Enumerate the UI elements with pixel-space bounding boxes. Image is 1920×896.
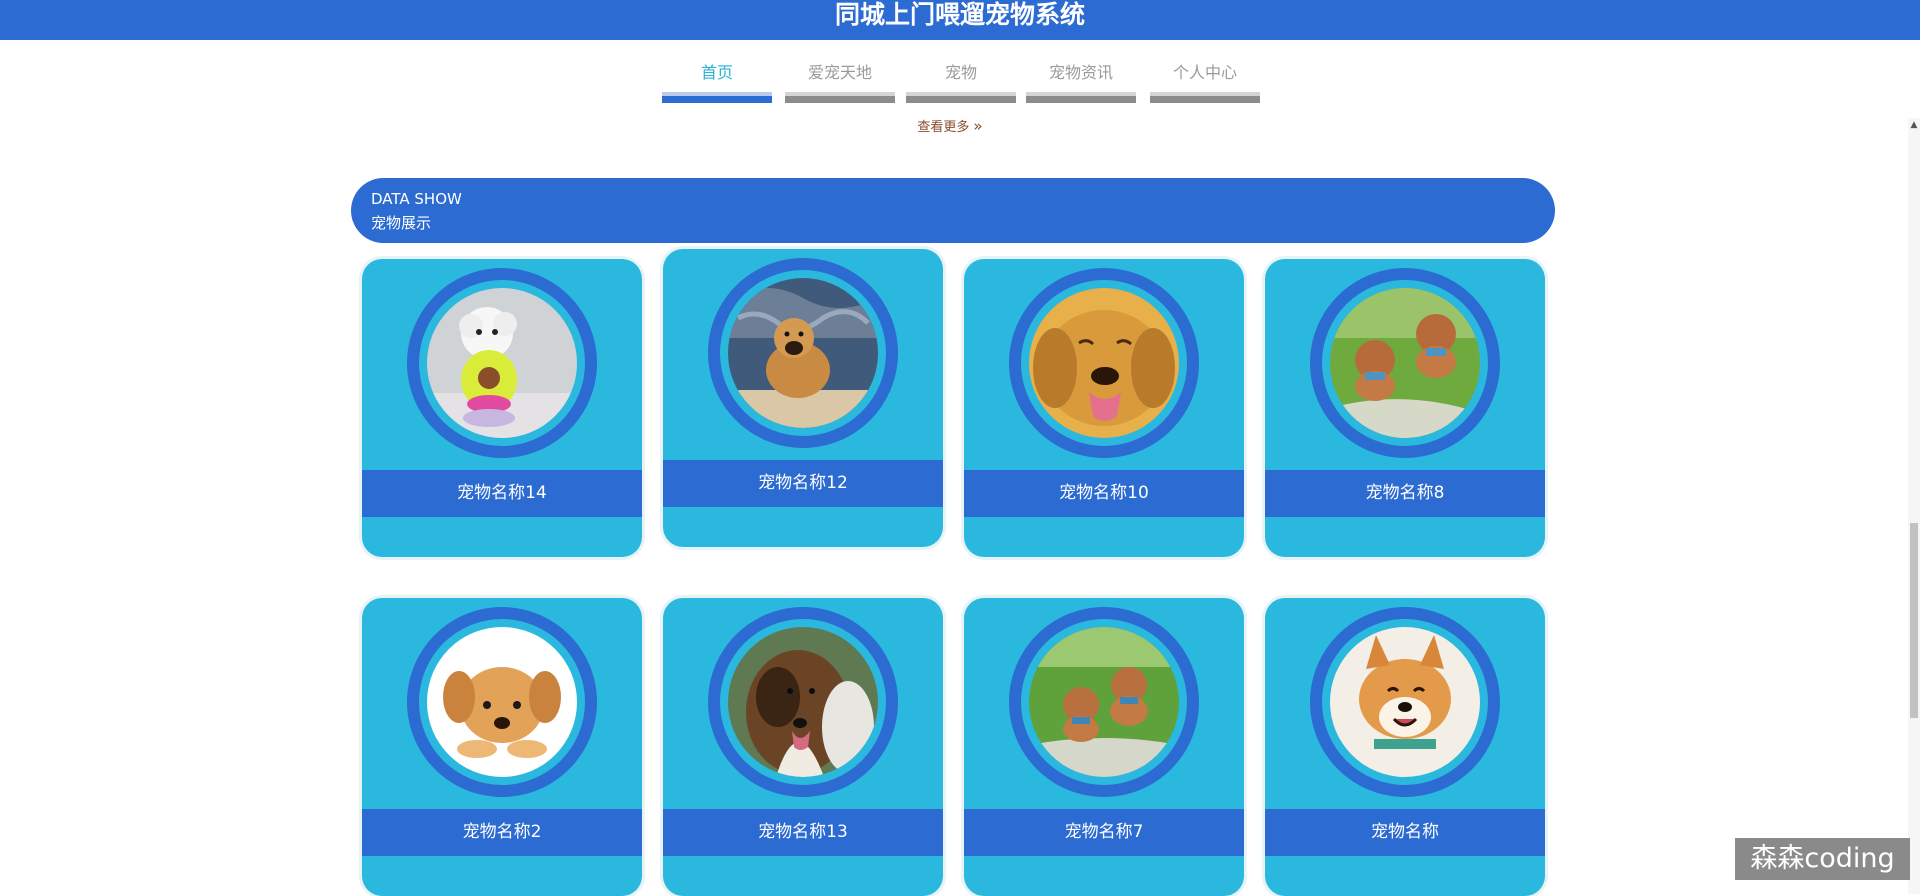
section-header: DATA SHOW 宠物展示 [351,178,1555,243]
pet-photo-shiba-inu [1330,627,1480,777]
pet-name: 宠物名称 [1265,809,1545,856]
view-more-link[interactable]: 查看更多» [0,116,1900,135]
photo-ring [407,268,597,458]
double-chevron-right-icon: » [973,117,983,135]
section-title-cn: 宠物展示 [371,214,432,232]
nav-tab-indicator [906,92,1016,103]
photo-ring [1009,268,1199,458]
pet-photo-puppy-on-chair [728,278,878,428]
pet-photo-golden-retriever [1029,288,1179,438]
nav-tab-label: 爱宠天地 [807,63,872,82]
pet-name: 宠物名称12 [663,460,943,507]
site-title: 同城上门喂遛宠物系统 [834,0,1085,29]
view-more-label: 查看更多 [917,120,970,135]
photo-ring [708,258,898,448]
pet-card[interactable]: 宠物名称10 [964,259,1244,557]
scroll-thumb[interactable] [1910,523,1918,718]
nav-tab-profile[interactable]: 个人中心 [1150,58,1260,104]
pet-name: 宠物名称2 [362,809,642,856]
photo-ring [708,607,898,797]
photo-ring [407,607,597,797]
pet-photo-running-teddy-dogs [1330,288,1480,438]
pet-name: 宠物名称10 [964,470,1244,517]
pet-card[interactable]: 宠物名称12 [663,249,943,547]
photo-ring [1310,268,1500,458]
pet-name: 宠物名称13 [663,809,943,856]
watermark: 森森coding [1735,838,1910,880]
pet-card[interactable]: 宠物名称 [1265,598,1545,896]
scroll-up-arrow-icon[interactable]: ▲ [1908,118,1920,132]
nav-tab-indicator [1026,92,1136,103]
pet-name: 宠物名称8 [1265,470,1545,517]
pet-card[interactable]: 宠物名称14 [362,259,642,557]
photo-ring [1310,607,1500,797]
section-title-en: DATA SHOW [371,190,462,208]
pet-photo-white-poodle [427,288,577,438]
nav-tab-pet-news[interactable]: 宠物资讯 [1026,58,1136,104]
nav-tab-pet-world[interactable]: 爱宠天地 [785,58,895,104]
pet-card[interactable]: 宠物名称2 [362,598,642,896]
page-scrollbar[interactable]: ▲ [1908,118,1920,894]
nav-tab-indicator [1150,92,1260,103]
pet-card[interactable]: 宠物名称13 [663,598,943,896]
top-header: 同城上门喂遛宠物系统 [0,0,1920,40]
nav-tab-label: 宠物资讯 [1048,63,1113,82]
pet-photo-collie [728,627,878,777]
nav-tab-label: 个人中心 [1172,63,1237,82]
pet-photo-lying-puppy [427,627,577,777]
nav-tab-home[interactable]: 首页 [662,58,772,104]
pet-photo-teddy-dogs-on-grass [1029,627,1179,777]
pet-name: 宠物名称14 [362,470,642,517]
nav-tab-indicator [662,92,772,103]
pet-name: 宠物名称7 [964,809,1244,856]
pet-card[interactable]: 宠物名称7 [964,598,1244,896]
nav-tab-indicator [785,92,895,103]
pet-card[interactable]: 宠物名称8 [1265,259,1545,557]
nav-tab-label: 首页 [700,63,733,82]
photo-ring [1009,607,1199,797]
nav-tab-label: 宠物 [944,63,977,82]
nav-tab-pets[interactable]: 宠物 [906,58,1016,104]
